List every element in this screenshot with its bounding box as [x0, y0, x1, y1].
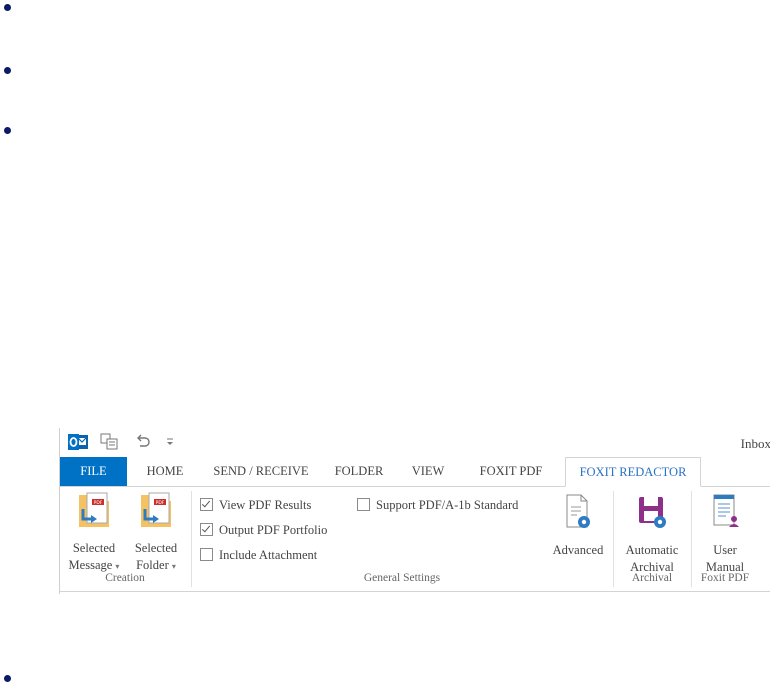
include-attachment-checkbox[interactable]: Include Attachment [200, 546, 317, 564]
window-title: Inbox [740, 436, 770, 451]
pdf-message-icon: PDF [64, 491, 124, 536]
pdf-folder-icon: PDF [128, 491, 184, 536]
quick-access-toolbar: Inbox [60, 428, 770, 457]
checkbox-empty-icon [200, 548, 213, 561]
tab-file[interactable]: FILE [60, 457, 127, 486]
tab-foxit-pdf[interactable]: FOXIT PDF [460, 457, 562, 486]
svg-text:PDF: PDF [94, 500, 103, 506]
undo-icon[interactable] [135, 433, 151, 452]
tab-home[interactable]: HOME [130, 457, 200, 486]
selected-folder-label-1: Selected [134, 541, 178, 555]
view-pdf-results-label: View PDF Results [219, 498, 312, 512]
bullet-2 [4, 67, 11, 74]
chevron-down-icon: ▾ [171, 562, 176, 571]
output-pdf-portfolio-label: Output PDF Portfolio [219, 523, 328, 537]
bullet-3 [4, 127, 11, 134]
group-label-creation: Creation [105, 572, 145, 584]
automatic-archival-button[interactable]: Automatic Archival [617, 493, 687, 576]
support-pdfa-label: Support PDF/A-1b Standard [376, 498, 519, 512]
automatic-archival-label-1: Automatic [625, 543, 679, 557]
send-receive-all-icon[interactable] [100, 433, 118, 454]
customize-qat-icon[interactable] [165, 436, 175, 451]
checkbox-checked-icon [200, 498, 213, 511]
include-attachment-label: Include Attachment [219, 548, 318, 562]
checkbox-empty-icon [357, 498, 370, 511]
outlook-ribbon: Inbox FILE HOME SEND / RECEIVE FOLDER VI… [59, 428, 770, 594]
save-gear-icon [617, 493, 687, 538]
group-label-general-settings: General Settings [363, 572, 441, 584]
advanced-label: Advanced [552, 543, 604, 557]
bullet-1 [4, 4, 11, 11]
selected-message-button[interactable]: PDF Selected Message ▾ [64, 491, 124, 575]
tab-send-receive[interactable]: SEND / RECEIVE [200, 457, 322, 486]
svg-text:PDF: PDF [156, 500, 165, 506]
settings-document-icon [546, 493, 610, 538]
user-manual-label-1: User [713, 543, 737, 557]
user-manual-button[interactable]: User Manual [696, 493, 754, 576]
selected-folder-button[interactable]: PDF Selected Folder ▾ [128, 491, 184, 575]
support-pdfa-checkbox[interactable]: Support PDF/A-1b Standard [357, 496, 518, 514]
outlook-icon[interactable] [68, 433, 88, 454]
advanced-button[interactable]: Advanced [546, 493, 610, 559]
output-pdf-portfolio-checkbox[interactable]: Output PDF Portfolio [200, 521, 327, 539]
view-pdf-results-checkbox[interactable]: View PDF Results [200, 496, 311, 514]
ribbon-panel: PDF Selected Message ▾ PDF Selected Fold… [60, 487, 770, 592]
ribbon-tabs: FILE HOME SEND / RECEIVE FOLDER VIEW FOX… [60, 457, 770, 487]
user-manual-icon [696, 493, 754, 538]
group-label-foxit-pdf: Foxit PDF [700, 572, 750, 584]
selected-message-label-1: Selected [72, 541, 116, 555]
checkbox-checked-icon [200, 523, 213, 536]
group-label-archival: Archival [631, 572, 673, 584]
tab-foxit-redactor[interactable]: FOXIT REDACTOR [565, 457, 701, 487]
tab-view[interactable]: VIEW [396, 457, 460, 486]
tab-folder[interactable]: FOLDER [322, 457, 396, 486]
bullet-4 [4, 675, 11, 682]
chevron-down-icon: ▾ [115, 562, 120, 571]
